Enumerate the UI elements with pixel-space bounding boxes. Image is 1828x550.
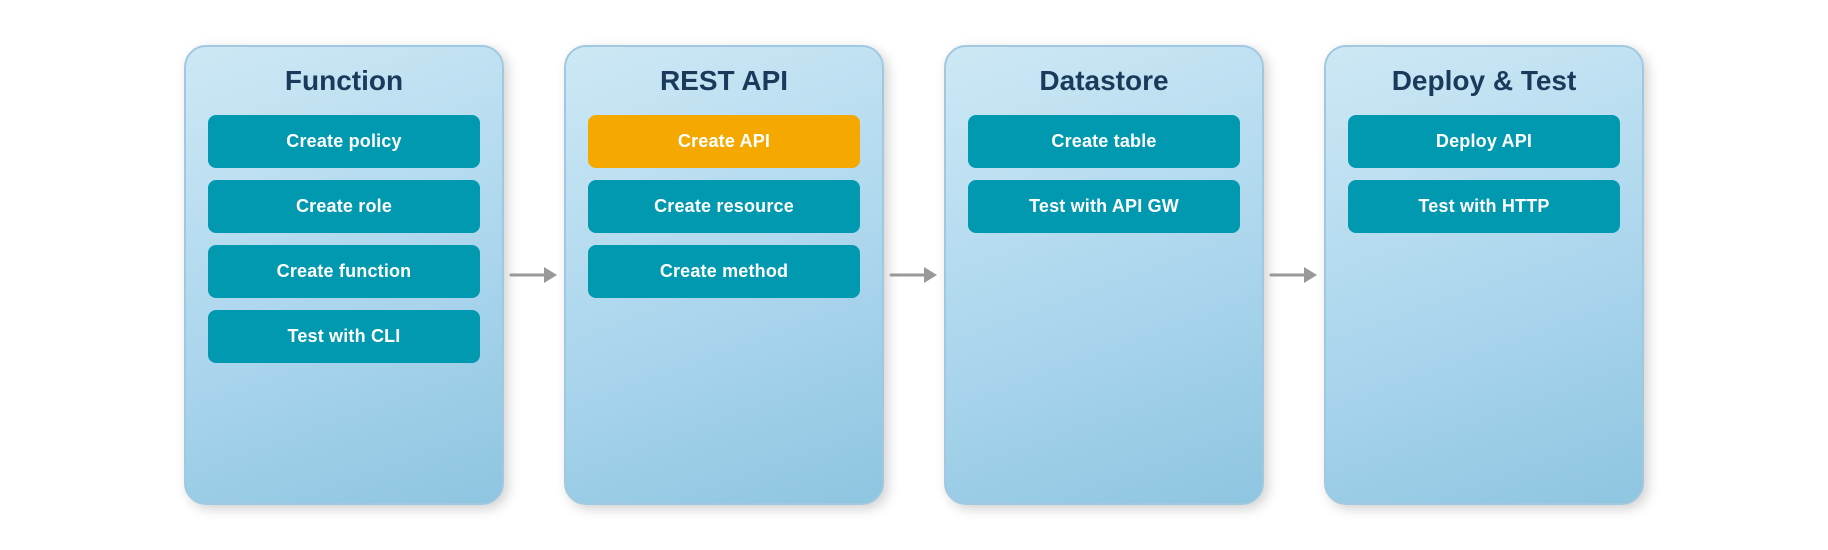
panel-function: Function Create policy Create role Create f… bbox=[184, 45, 504, 505]
btn-create-method[interactable]: Create method bbox=[588, 245, 860, 298]
diagram: Function Create policy Create role Create f… bbox=[144, 25, 1684, 525]
panel-deploy-test: Deploy & Test Deploy API Test with HTTP bbox=[1324, 45, 1644, 505]
btn-create-table[interactable]: Create table bbox=[968, 115, 1240, 168]
panel-title-datastore: Datastore bbox=[1039, 65, 1168, 97]
btn-test-with-cli[interactable]: Test with CLI bbox=[208, 310, 480, 363]
btn-test-with-http[interactable]: Test with HTTP bbox=[1348, 180, 1620, 233]
btn-create-resource[interactable]: Create resource bbox=[588, 180, 860, 233]
btn-deploy-api[interactable]: Deploy API bbox=[1348, 115, 1620, 168]
btn-create-api[interactable]: Create API bbox=[588, 115, 860, 168]
btn-create-role[interactable]: Create role bbox=[208, 180, 480, 233]
arrow-3 bbox=[1264, 255, 1324, 295]
panel-rest-api: REST API Create API Create resource Create … bbox=[564, 45, 884, 505]
arrow-1 bbox=[504, 255, 564, 295]
btn-create-function[interactable]: Create function bbox=[208, 245, 480, 298]
arrow-2 bbox=[884, 255, 944, 295]
panel-datastore: Datastore Create table Test with API GW bbox=[944, 45, 1264, 505]
panel-title-deploy-test: Deploy & Test bbox=[1392, 65, 1577, 97]
btn-create-policy[interactable]: Create policy bbox=[208, 115, 480, 168]
btn-test-with-api-gw[interactable]: Test with API GW bbox=[968, 180, 1240, 233]
panel-title-rest-api: REST API bbox=[660, 65, 788, 97]
panel-title-function: Function bbox=[285, 65, 403, 97]
